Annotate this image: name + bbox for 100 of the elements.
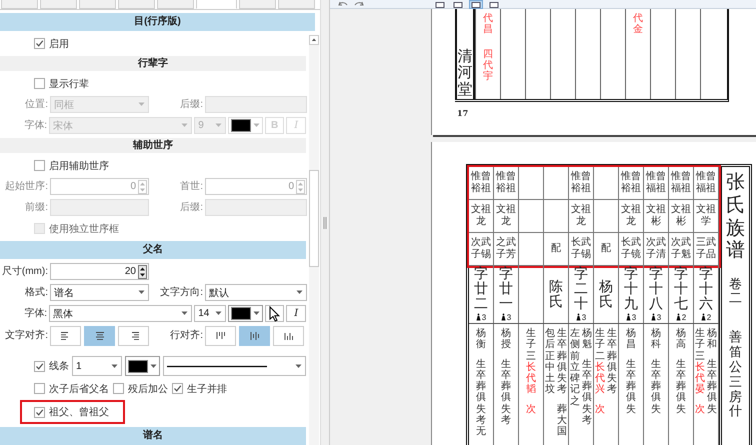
genealogy-text: 生卒葬俱失 xyxy=(707,358,717,416)
line-style-dropdown[interactable] xyxy=(163,356,306,376)
caret-icon xyxy=(181,311,188,316)
scroll-up-icon[interactable] xyxy=(309,35,319,45)
ancestor-text: 惟曾裕祖 xyxy=(496,170,516,196)
field-label: 行对齐: xyxy=(169,328,203,343)
genealogy-text: 杨魁 xyxy=(582,328,592,351)
field-label: 尺寸(mm): xyxy=(0,264,48,279)
person-name: 字十六 xyxy=(699,267,713,312)
genealogy-note: 代昌 xyxy=(483,13,493,35)
genealogy-text: 杨科 xyxy=(651,328,661,351)
scrollbar[interactable] xyxy=(309,35,319,445)
caret-icon xyxy=(252,123,260,128)
person-name: 陈氏 xyxy=(549,280,563,310)
genealogy-text: 杨授 xyxy=(501,328,511,351)
alignment-button[interactable] xyxy=(205,326,236,346)
dropdown[interactable]: 默认 xyxy=(205,284,307,301)
genealogy-text: 生子三 xyxy=(695,328,705,362)
ancestor-text: 文祖龙 xyxy=(496,204,516,228)
checkbox[interactable]: 启用辅助世序 xyxy=(34,158,109,172)
caret-icon xyxy=(111,364,118,368)
person-name: 字廿一 xyxy=(499,267,513,312)
alignment-button[interactable] xyxy=(118,326,149,346)
genealogy-text: 生卒葬俱失考无 xyxy=(476,358,486,438)
spin-arrows-icon[interactable] xyxy=(138,264,147,278)
alignment-button[interactable] xyxy=(50,326,81,346)
ancestor-text: 配 xyxy=(600,242,612,256)
generation-number: 3 xyxy=(482,312,486,322)
generation-number: 3 xyxy=(656,312,662,322)
splitter-handle[interactable] xyxy=(320,0,330,445)
page-view-button[interactable] xyxy=(434,1,446,8)
line-width-dropdown[interactable]: 1 xyxy=(72,356,122,376)
size-dropdown[interactable]: 14 xyxy=(194,305,226,322)
person-name: 字十九 xyxy=(624,267,638,312)
branch-label: 善笛公三房什 xyxy=(729,330,742,420)
genealogy-text: 生卒葬俱失 xyxy=(651,358,661,416)
checkbox[interactable]: 祖父、曾祖父 xyxy=(34,405,109,419)
generation-number: 3 xyxy=(632,312,636,322)
checkbox[interactable]: 生子并排 xyxy=(172,382,227,396)
ancestor-text: 惟曾福祖 xyxy=(696,170,716,196)
generation-number: 2 xyxy=(706,312,712,322)
genealogy-text: 生卒葬俱失考 xyxy=(557,328,567,396)
scrollbar-thumb[interactable] xyxy=(309,170,319,267)
person-name: 字二十 xyxy=(574,267,588,312)
genealogy-note: 代金 xyxy=(633,13,643,35)
person-name: 杨氏 xyxy=(599,280,613,310)
redo-arrow-icon[interactable] xyxy=(354,1,364,8)
checkbox[interactable]: 显示行辈 xyxy=(34,76,89,90)
generation-number: 3 xyxy=(506,312,512,322)
field-label: 文字对齐: xyxy=(4,328,48,343)
genealogy-text: 杨昌 xyxy=(626,328,636,351)
field-label: 字体: xyxy=(23,118,48,133)
align-center-icon xyxy=(94,331,106,341)
color-picker[interactable] xyxy=(228,305,263,322)
ancestor-text: 文祖学 xyxy=(696,204,716,228)
alignment-button[interactable] xyxy=(273,326,304,346)
genealogy-text: 长代兴 xyxy=(595,362,605,396)
checkbox[interactable]: 殁后加公 xyxy=(113,382,168,396)
pawn-icon xyxy=(626,313,631,322)
genealogy-text: 生卒葬俱失考 xyxy=(582,358,592,426)
page-view-button[interactable] xyxy=(452,1,464,8)
caret-icon xyxy=(296,290,303,295)
ancestor-text: 文祖彬 xyxy=(671,204,691,228)
caret-icon xyxy=(214,123,222,128)
field-label: 起始世序: xyxy=(4,180,48,194)
caret-icon xyxy=(138,102,145,107)
alignment-button[interactable] xyxy=(239,326,270,346)
align-bottom-icon xyxy=(282,331,294,341)
font-dropdown[interactable]: 黑体 xyxy=(49,305,192,322)
alignment-button[interactable] xyxy=(84,326,115,346)
checkbox[interactable]: 次子后省父名 xyxy=(34,382,109,396)
genealogy-text: 次 xyxy=(695,404,705,416)
number-field[interactable]: 20 xyxy=(50,263,149,280)
genealogy-text: 次 xyxy=(595,404,605,416)
bold-button[interactable] xyxy=(264,305,284,322)
ancestor-text: 文祖龙 xyxy=(471,204,491,228)
field-label: 前缀: xyxy=(24,201,48,215)
pawn-icon xyxy=(476,313,481,322)
italic-button[interactable]: I xyxy=(286,305,306,322)
ancestor-text: 文祖彬 xyxy=(646,204,666,228)
page-view-button[interactable] xyxy=(488,1,500,8)
checkbox[interactable]: 线条 xyxy=(34,359,69,373)
mouse-cursor-icon xyxy=(269,306,280,322)
pawn-icon xyxy=(676,313,681,322)
checkmark-icon xyxy=(173,384,182,393)
field-label: 位置: xyxy=(24,98,48,112)
align-middle-icon xyxy=(248,331,260,341)
dropdown[interactable]: 谱名 xyxy=(50,284,149,301)
caret-icon xyxy=(295,364,302,368)
undo-arrow-icon[interactable] xyxy=(338,1,348,8)
section-header: 父名 xyxy=(0,241,306,259)
checkmark-icon xyxy=(35,362,44,370)
person-name: 字十七 xyxy=(674,267,688,312)
genealogy-text: 生卒葬俱失 xyxy=(626,358,636,416)
genealogy-text: 生卒葬俱失考 xyxy=(501,358,511,426)
color-picker[interactable] xyxy=(125,356,160,376)
page-number: 17 xyxy=(457,108,470,118)
page-view-button[interactable] xyxy=(470,1,482,8)
checkbox[interactable]: 启用 xyxy=(34,36,69,50)
genealogy-text: 次 xyxy=(526,404,536,416)
